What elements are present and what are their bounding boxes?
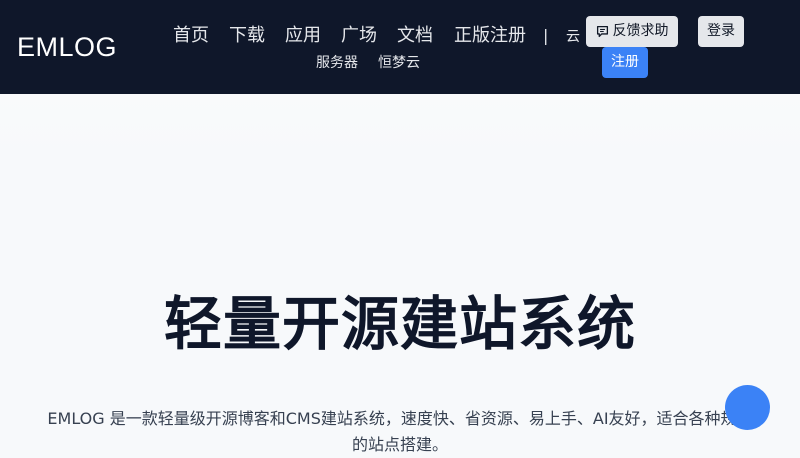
feedback-label: 反馈求助 [612, 23, 669, 39]
nav-home[interactable]: 首页 [173, 24, 209, 48]
nav-hengmeng-cloud[interactable]: 恒梦云 [378, 53, 420, 73]
speech-bubble-icon [596, 25, 608, 38]
nav-docs[interactable]: 文档 [397, 24, 433, 48]
register-button[interactable]: 注册 [602, 47, 648, 78]
top-navbar: EMLOG 首页 下载 应用 广场 文档 正版注册 | 云 服务器 恒梦云 反馈… [0, 0, 800, 94]
nav-download[interactable]: 下载 [229, 24, 265, 48]
feedback-button[interactable]: 反馈求助 [586, 16, 678, 47]
nav-register-license[interactable]: 正版注册 [454, 24, 526, 48]
site-logo[interactable]: EMLOG [17, 30, 117, 64]
login-button[interactable]: 登录 [698, 16, 744, 47]
nav-cloud[interactable]: 云 [566, 27, 580, 47]
hero-background [0, 94, 800, 154]
nav-square[interactable]: 广场 [341, 24, 377, 48]
hero-title: 轻量开源建站系统 [163, 290, 636, 358]
floating-action-button[interactable] [725, 385, 770, 430]
nav-separator: | [543, 26, 549, 45]
nav-server[interactable]: 服务器 [316, 53, 358, 73]
hero-description: EMLOG 是一款轻量级开源博客和CMS建站系统，速度快、省资源、易上手、AI友… [47, 409, 753, 454]
nav-apps[interactable]: 应用 [285, 24, 321, 48]
